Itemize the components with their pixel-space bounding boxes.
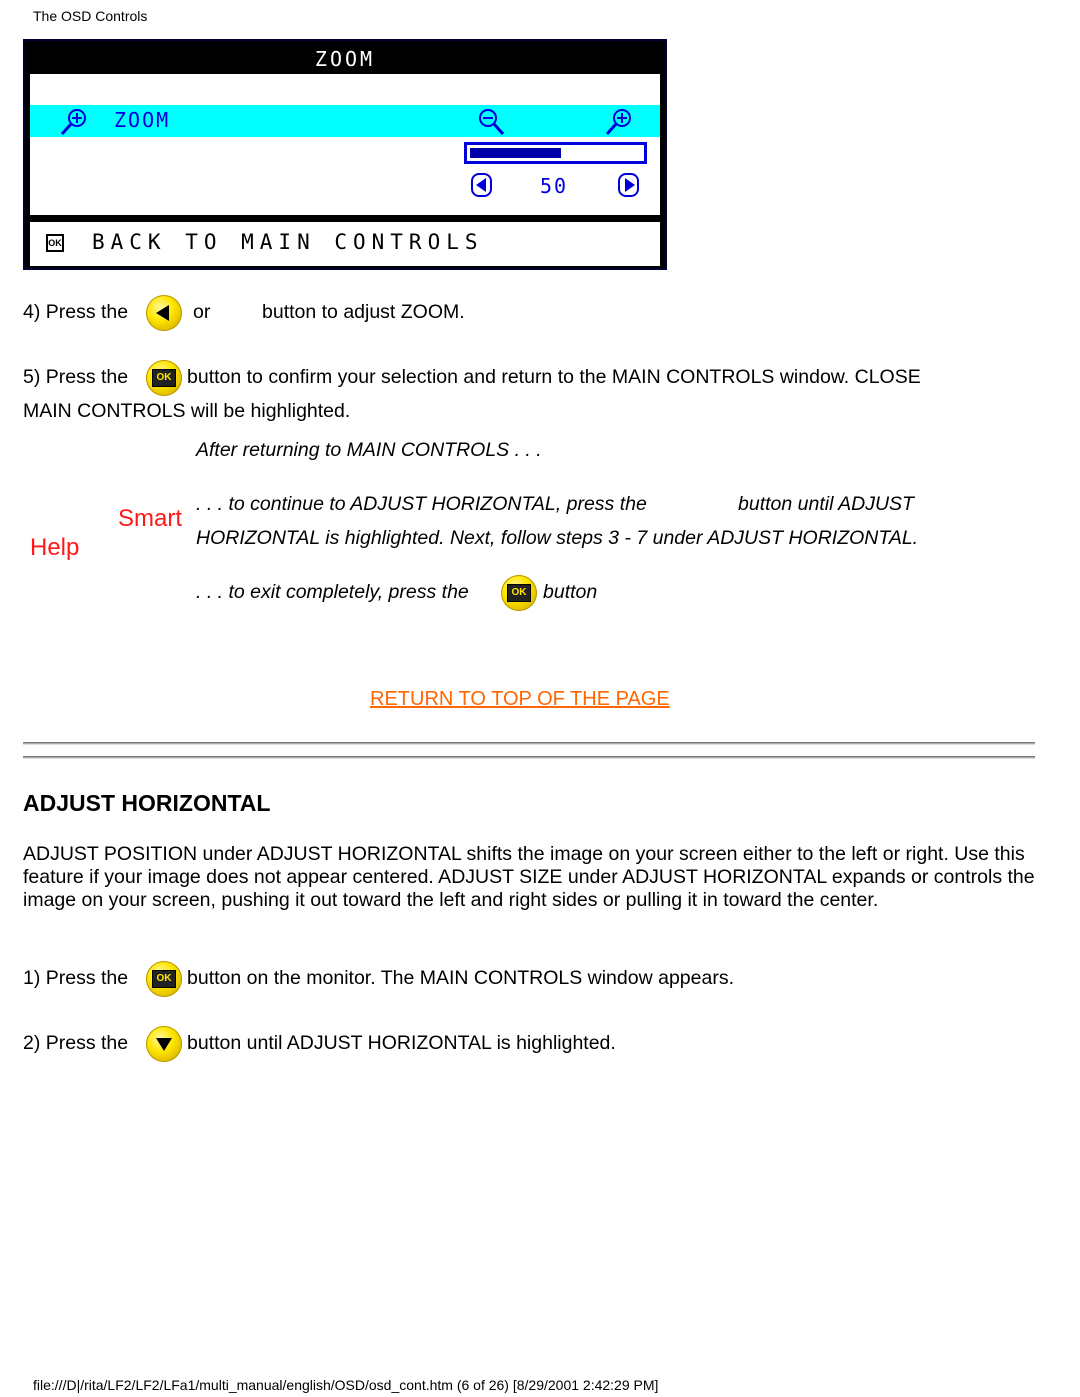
osd-item-label: ZOOM — [114, 108, 171, 132]
smart-help-label-smart: Smart — [118, 505, 183, 532]
continue-text-c: HORIZONTAL is highlighted. Next, follow … — [196, 527, 919, 549]
step5-text-c: MAIN CONTROLS will be highlighted. — [23, 400, 351, 422]
continue-text-b: button until ADJUST — [738, 493, 914, 515]
step4-text-b: or — [193, 301, 211, 323]
left-arrow-icon — [471, 173, 492, 197]
step2-text-b: button until ADJUST HORIZONTAL is highli… — [187, 1032, 616, 1054]
page-header-title: The OSD Controls — [33, 8, 148, 24]
step4-text-a: 4) Press the — [23, 301, 129, 323]
return-to-top-link[interactable]: RETURN TO TOP OF THE PAGE — [370, 688, 670, 711]
step2-text-a: 2) Press the — [23, 1032, 129, 1054]
zoom-in-icon — [605, 109, 631, 136]
footer-file-path: file:///D|/rita/LF2/LF2/LFa1/multi_manua… — [33, 1377, 659, 1393]
back-to-main-controls: BACK TO MAIN CONTROLS — [92, 230, 484, 254]
exit-text-a: . . . to exit completely, press the — [196, 581, 469, 603]
zoom-level-bar — [464, 142, 647, 164]
ok-button-icon: OK — [501, 575, 537, 611]
zoom-value: 50 — [540, 174, 569, 198]
step5-text-a: 5) Press the — [23, 366, 129, 388]
continue-text-a: . . . to continue to ADJUST HORIZONTAL, … — [196, 493, 647, 515]
after-returning-text: After returning to MAIN CONTROLS . . . — [196, 439, 542, 461]
left-button-icon — [146, 295, 182, 331]
right-arrow-icon — [618, 173, 639, 197]
osd-footer: OK BACK TO MAIN CONTROLS — [30, 222, 660, 266]
section-description: ADJUST POSITION under ADJUST HORIZONTAL … — [23, 843, 1035, 911]
exit-text-b: button — [543, 581, 598, 603]
osd-highlight-row: ZOOM — [30, 105, 660, 137]
divider — [23, 742, 1035, 745]
osd-body: ZOOM 50 — [30, 74, 660, 215]
section-title: ADJUST HORIZONTAL — [23, 790, 271, 816]
step1-text-b: button on the monitor. The MAIN CONTROLS… — [187, 967, 734, 989]
zoom-in-icon — [60, 109, 86, 136]
ok-button-icon: OK — [146, 961, 182, 997]
ok-button-icon: OK — [146, 360, 182, 396]
osd-zoom-window: ZOOM ZOOM 50 OK BACK TO MAIN CONTROLS — [23, 39, 667, 270]
step4-text-c: button to adjust ZOOM. — [262, 301, 465, 323]
zoom-level-bar-fill — [470, 148, 561, 158]
step1-text-a: 1) Press the — [23, 967, 129, 989]
ok-icon: OK — [46, 234, 64, 252]
osd-title: ZOOM — [314, 47, 376, 71]
zoom-out-icon — [479, 109, 505, 136]
smart-help-label-help: Help — [30, 534, 80, 561]
step5-text-b: button to confirm your selection and ret… — [187, 366, 921, 388]
divider — [23, 756, 1035, 759]
down-button-icon — [146, 1026, 182, 1062]
